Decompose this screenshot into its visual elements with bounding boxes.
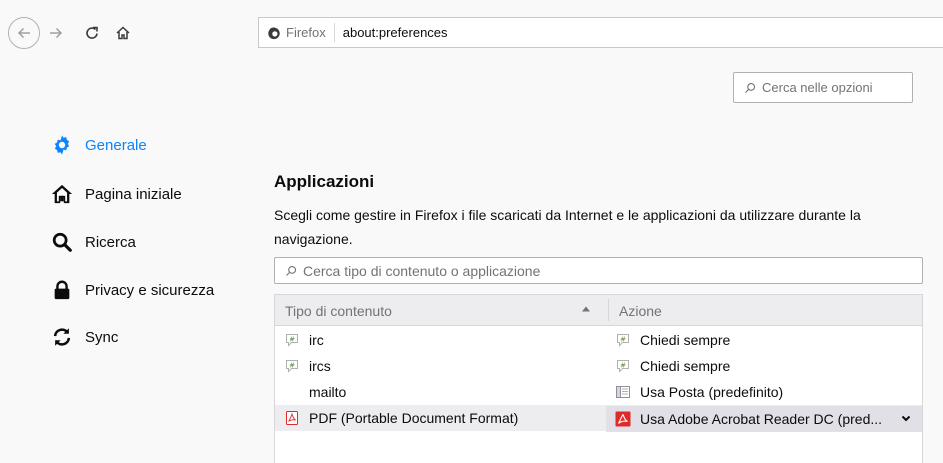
chat-icon: # [286, 360, 298, 373]
reload-icon [86, 26, 98, 39]
pdf-icon [286, 411, 298, 425]
home-icon [116, 26, 130, 40]
sync-icon [50, 325, 74, 349]
forward-button[interactable] [45, 22, 67, 44]
search-options-placeholder: Cerca nelle opzioni [762, 80, 873, 95]
type-cell: # irc [284, 327, 324, 353]
category-generale[interactable]: Generale [50, 133, 250, 157]
table-row[interactable]: # ircs # Chiedi sempre [275, 353, 922, 379]
section-description: Scegli come gestire in Firefox i file sc… [274, 207, 861, 247]
action-label: Chiedi sempre [640, 358, 731, 374]
category-sync[interactable]: Sync [50, 325, 250, 349]
category-ricerca[interactable]: Ricerca [50, 230, 250, 254]
type-cell: # ircs [284, 353, 331, 379]
chat-icon: # [286, 334, 298, 347]
type-label: mailto [309, 384, 347, 400]
back-button[interactable] [8, 17, 40, 49]
chat-icon: # [617, 334, 629, 347]
svg-text:#: # [289, 336, 295, 344]
action-dropdown[interactable]: Usa Adobe Acrobat Reader DC (pred... [606, 406, 922, 432]
firefox-logo-icon [268, 27, 280, 39]
action-label: Usa Adobe Acrobat Reader DC (pred... [640, 411, 883, 427]
identity-label: Firefox [286, 25, 326, 40]
url-text[interactable]: about:preferences [335, 25, 448, 40]
url-bar[interactable]: Firefox about:preferences [258, 17, 943, 48]
content-type-search-input[interactable]: Cerca tipo di contenuto o applicazione [274, 257, 923, 284]
category-label: Pagina iniziale [85, 185, 182, 203]
action-cell: # Chiedi sempre [615, 327, 730, 353]
identity-box[interactable]: Firefox [259, 23, 335, 42]
chevron-down-icon [901, 415, 911, 422]
navigation-toolbar: Firefox about:preferences [0, 0, 943, 51]
svg-text:#: # [620, 362, 626, 370]
section-title: Applicazioni [274, 172, 375, 191]
column-separator [608, 299, 609, 321]
reload-button[interactable] [81, 22, 103, 44]
home-button[interactable] [112, 22, 134, 44]
chat-icon: # [617, 360, 629, 373]
home-icon [50, 182, 74, 206]
type-label: PDF (Portable Document Format) [309, 410, 519, 426]
category-privacy[interactable]: Privacy e sicurezza [50, 278, 250, 302]
action-cell: Usa Posta (predefinito) [615, 379, 783, 405]
column-header-type[interactable]: Tipo di contenuto [285, 303, 392, 319]
category-label: Sync [85, 328, 119, 346]
table-header: Tipo di contenuto Azione [275, 295, 922, 326]
handlers-table: Tipo di contenuto Azione # irc # Chiedi … [274, 294, 923, 463]
type-cell: PDF (Portable Document Format) [284, 405, 518, 431]
table-row-selected[interactable]: PDF (Portable Document Format) Usa Adobe… [275, 405, 922, 432]
table-row[interactable]: # irc # Chiedi sempre [275, 327, 922, 353]
sort-ascending-icon[interactable] [582, 305, 590, 313]
type-label: irc [309, 332, 324, 348]
gear-icon [50, 133, 74, 157]
type-cell: mailto [284, 379, 346, 405]
category-label: Privacy e sicurezza [85, 281, 215, 299]
back-arrow-icon [17, 27, 30, 39]
search-options-input[interactable]: Cerca nelle opzioni [733, 72, 913, 103]
column-header-action[interactable]: Azione [619, 303, 662, 319]
svg-text:#: # [289, 362, 295, 370]
search-icon [286, 265, 297, 276]
forward-arrow-icon [50, 27, 63, 39]
table-row[interactable]: mailto Usa Posta (predefinito) [275, 379, 922, 405]
content-type-search-placeholder: Cerca tipo di contenuto o applicazione [303, 262, 541, 279]
category-label: Generale [85, 136, 147, 154]
type-label: ircs [309, 358, 331, 374]
category-label: Ricerca [85, 233, 136, 251]
blank-icon [284, 384, 300, 400]
svg-text:#: # [620, 336, 626, 344]
search-icon [745, 82, 756, 93]
mail-app-icon [616, 386, 630, 398]
acrobat-icon [615, 411, 631, 427]
category-pagina-iniziale[interactable]: Pagina iniziale [50, 182, 250, 206]
lock-icon [50, 278, 74, 302]
action-cell: # Chiedi sempre [615, 353, 730, 379]
action-label: Chiedi sempre [640, 332, 731, 348]
search-icon [50, 230, 74, 254]
action-label: Usa Posta (predefinito) [640, 384, 784, 400]
